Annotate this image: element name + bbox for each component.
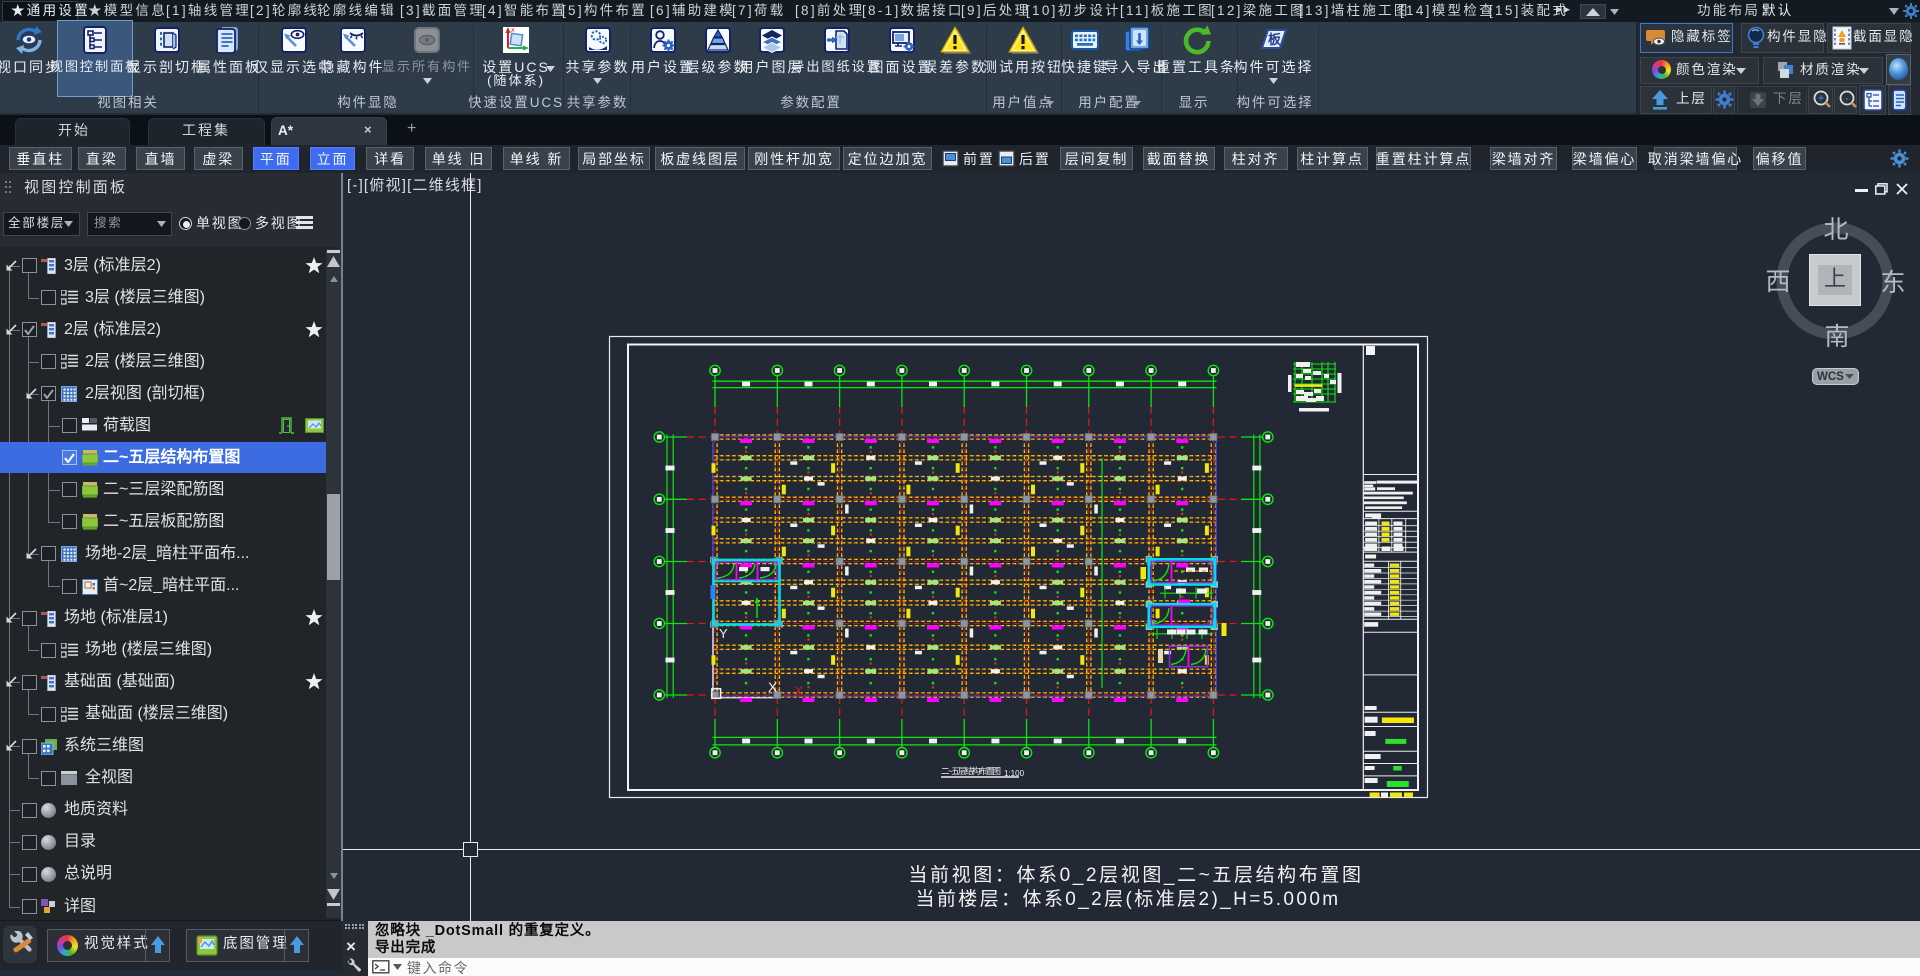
svg-text:, X: , X: [788, 684, 803, 698]
svg-text:X: X: [768, 679, 778, 695]
svg-text:Y: Y: [719, 626, 728, 641]
svg-text:-: -: [1845, 94, 1848, 105]
svg-text:+: +: [1818, 94, 1824, 105]
svg-text:板: 板: [1268, 32, 1282, 47]
svg-text:二~五层结构布置图: 二~五层结构布置图: [941, 766, 1001, 776]
